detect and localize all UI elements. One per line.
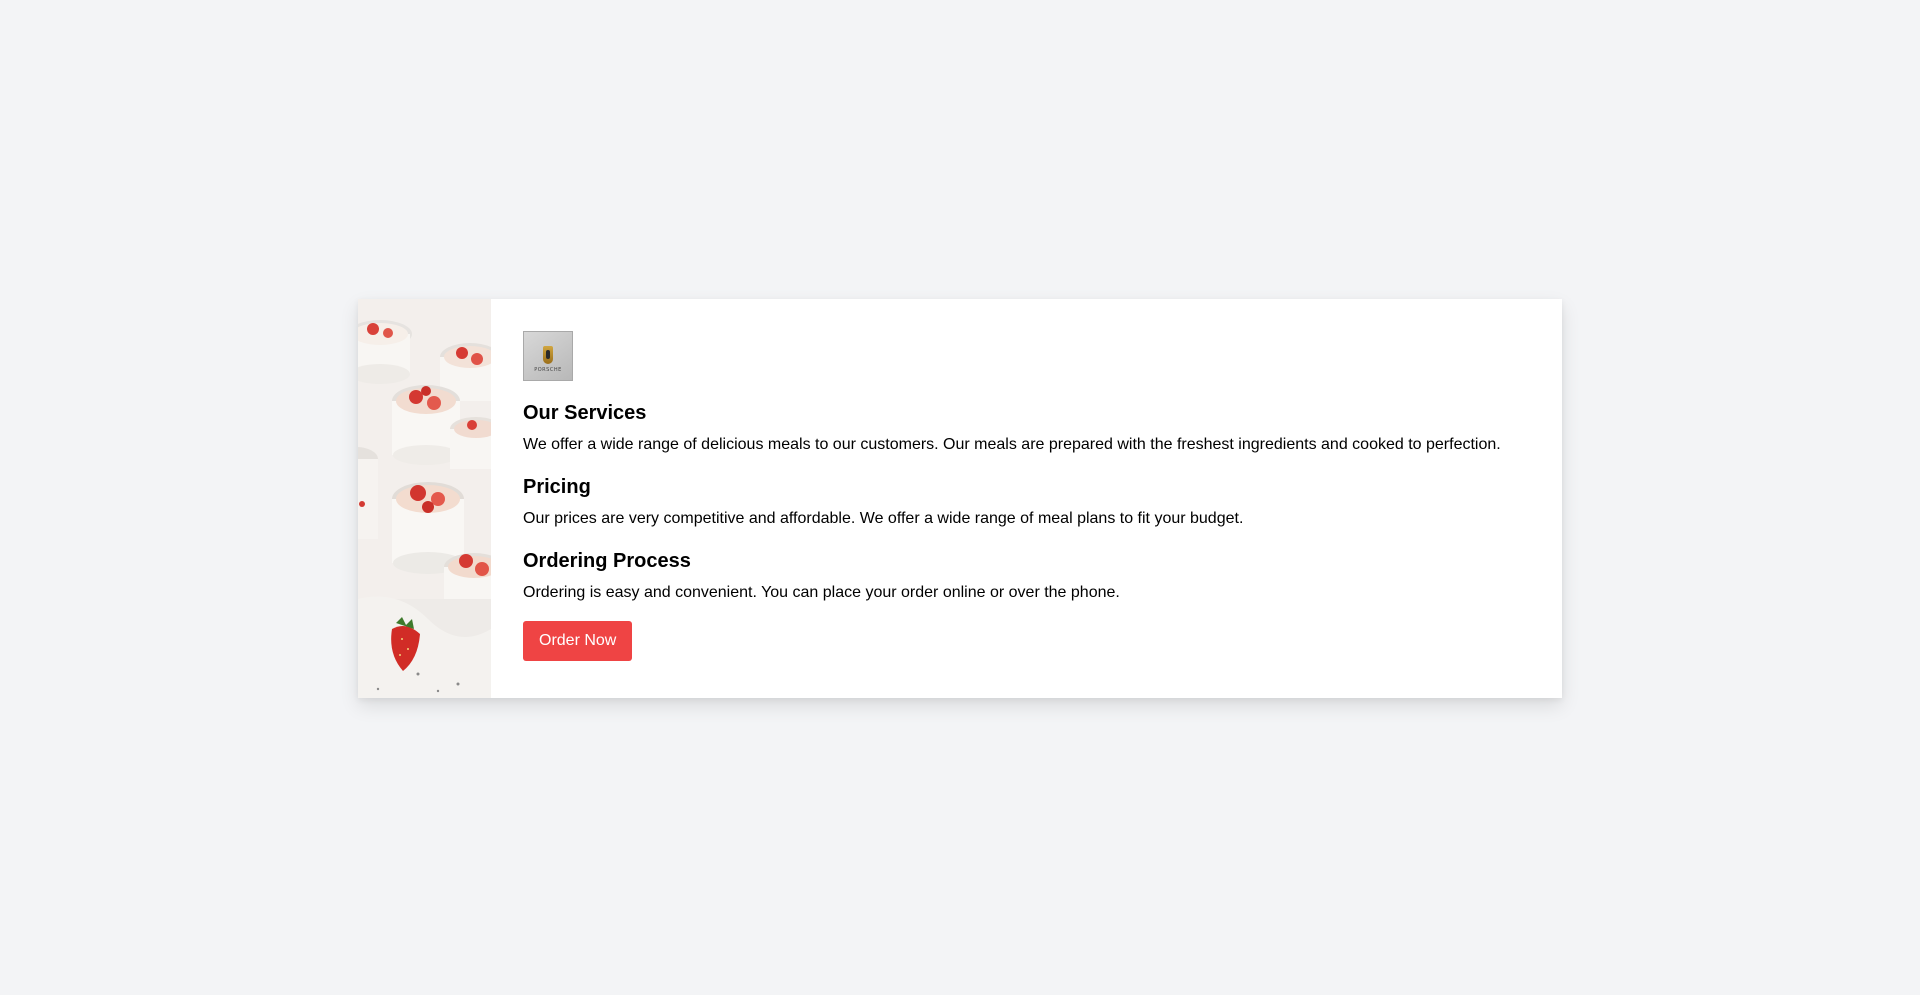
- brand-logo: PORSCHE: [523, 331, 573, 381]
- services-card: PORSCHE Our Services We offer a wide ran…: [358, 299, 1562, 698]
- ordering-heading: Ordering Process: [523, 550, 691, 572]
- hero-image: [358, 299, 491, 698]
- order-now-button[interactable]: Order Now: [523, 621, 633, 661]
- crest-icon: [543, 345, 553, 364]
- pricing-description: Our prices are very competitive and affo…: [523, 510, 1244, 527]
- dessert-jars-illustration: [358, 299, 491, 698]
- ordering-description: Ordering is easy and convenient. You can…: [523, 584, 1120, 601]
- services-description: We offer a wide range of delicious meals…: [523, 436, 1501, 453]
- services-heading: Our Services: [523, 402, 647, 424]
- pricing-heading: Pricing: [523, 476, 591, 498]
- card-content: PORSCHE Our Services We offer a wide ran…: [491, 299, 1562, 698]
- logo-wordmark: PORSCHE: [534, 366, 562, 373]
